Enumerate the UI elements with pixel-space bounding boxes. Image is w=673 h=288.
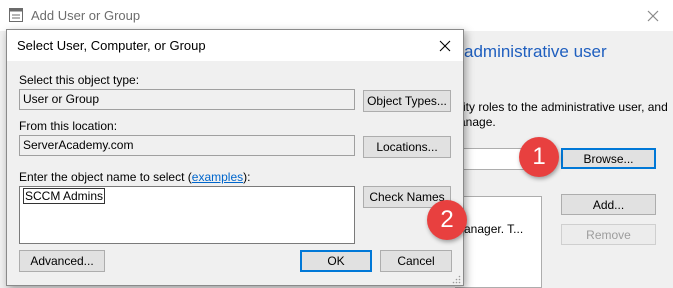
roles-list[interactable] <box>455 196 542 288</box>
dialog-titlebar: Select User, Computer, or Group <box>7 30 463 61</box>
list-item: anager. T... <box>464 222 524 236</box>
remove-button: Remove <box>561 224 656 245</box>
cancel-button[interactable]: Cancel <box>380 250 452 272</box>
add-button[interactable]: Add... <box>561 194 656 215</box>
examples-link[interactable]: examples <box>192 170 243 184</box>
location-field: ServerAcademy.com <box>19 135 355 156</box>
object-names-label-prefix: Enter the object name to select ( <box>19 170 192 184</box>
browse-button[interactable]: Browse... <box>561 148 656 169</box>
window-title: Add User or Group <box>31 8 141 23</box>
object-types-button[interactable]: Object Types... <box>363 90 451 112</box>
page-heading: administrative user <box>464 42 607 61</box>
object-type-field: User or Group <box>19 89 355 110</box>
dialog-title: Select User, Computer, or Group <box>17 38 206 53</box>
advanced-button[interactable]: Advanced... <box>19 250 105 272</box>
object-names-label-suffix: ): <box>243 170 251 184</box>
object-name-value: SCCM Admins <box>23 188 106 204</box>
description-text: anage. <box>459 115 496 129</box>
window-titlebar: Add User or Group <box>0 0 673 31</box>
resize-grip-icon[interactable] <box>451 273 461 284</box>
close-icon[interactable] <box>633 0 673 31</box>
ok-button[interactable]: OK <box>300 250 372 272</box>
step-callout-1: 1 <box>519 137 559 177</box>
object-names-label: Enter the object name to select (example… <box>19 170 250 184</box>
locations-button[interactable]: Locations... <box>363 136 451 158</box>
close-icon[interactable] <box>429 32 461 60</box>
location-label: From this location: <box>19 119 118 133</box>
object-names-input[interactable]: SCCM Admins <box>19 186 355 244</box>
description-text: rity roles to the administrative user, a… <box>459 100 668 114</box>
app-icon <box>9 8 23 22</box>
select-user-dialog: Select User, Computer, or Group Select t… <box>6 29 464 286</box>
object-type-label: Select this object type: <box>19 73 140 87</box>
step-callout-2: 2 <box>427 200 467 240</box>
